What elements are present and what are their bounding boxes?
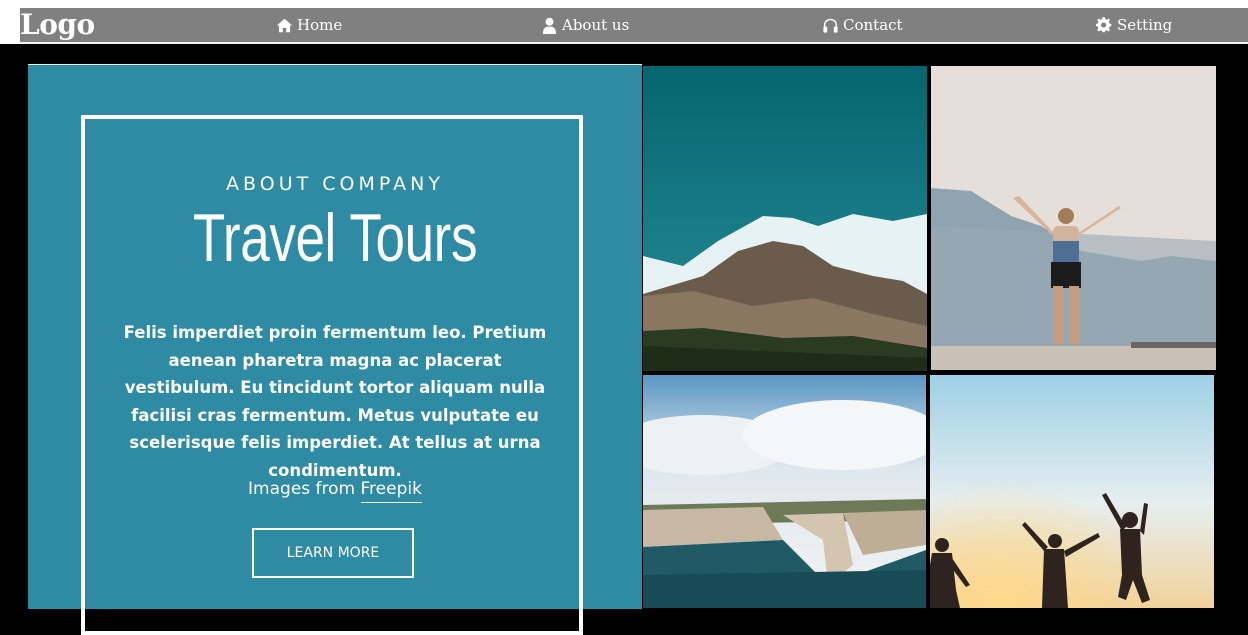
jumping-friends-photo [930, 375, 1214, 608]
hero-overline: ABOUT COMPANY [226, 173, 444, 195]
freepik-link[interactable]: Freepik [360, 479, 422, 503]
hero-description: Felis imperdiet proin fermentum leo. Pre… [123, 323, 547, 480]
nav-home[interactable]: Home [276, 8, 342, 42]
header-edge [0, 8, 20, 44]
nav-about-label: About us [562, 16, 630, 34]
arms-raised-photo [931, 66, 1216, 370]
image-credit: Images from Freepik [28, 479, 642, 503]
top-strip [0, 0, 1248, 8]
gear-icon [1096, 16, 1112, 32]
learn-more-button[interactable]: LEARN MORE [252, 528, 414, 578]
nav-contact-label: Contact [843, 16, 903, 34]
headphones-icon [823, 18, 838, 33]
nav-home-label: Home [297, 16, 343, 34]
nav-contact[interactable]: Contact [822, 8, 903, 42]
coastline-photo [643, 375, 926, 608]
nav-setting[interactable]: Setting [1096, 8, 1172, 42]
nav-about[interactable]: About us [541, 8, 629, 42]
hero-title: Travel Tours [192, 200, 478, 276]
home-icon [276, 18, 293, 32]
mountain-photo [643, 66, 927, 371]
user-icon [542, 17, 557, 34]
credit-prefix: Images from [248, 479, 356, 499]
hero-card: ABOUT COMPANY Travel Tours Felis imperdi… [28, 64, 642, 635]
logo[interactable]: Logo [20, 7, 95, 43]
nav-bar [20, 8, 1248, 44]
nav-setting-label: Setting [1117, 16, 1173, 34]
